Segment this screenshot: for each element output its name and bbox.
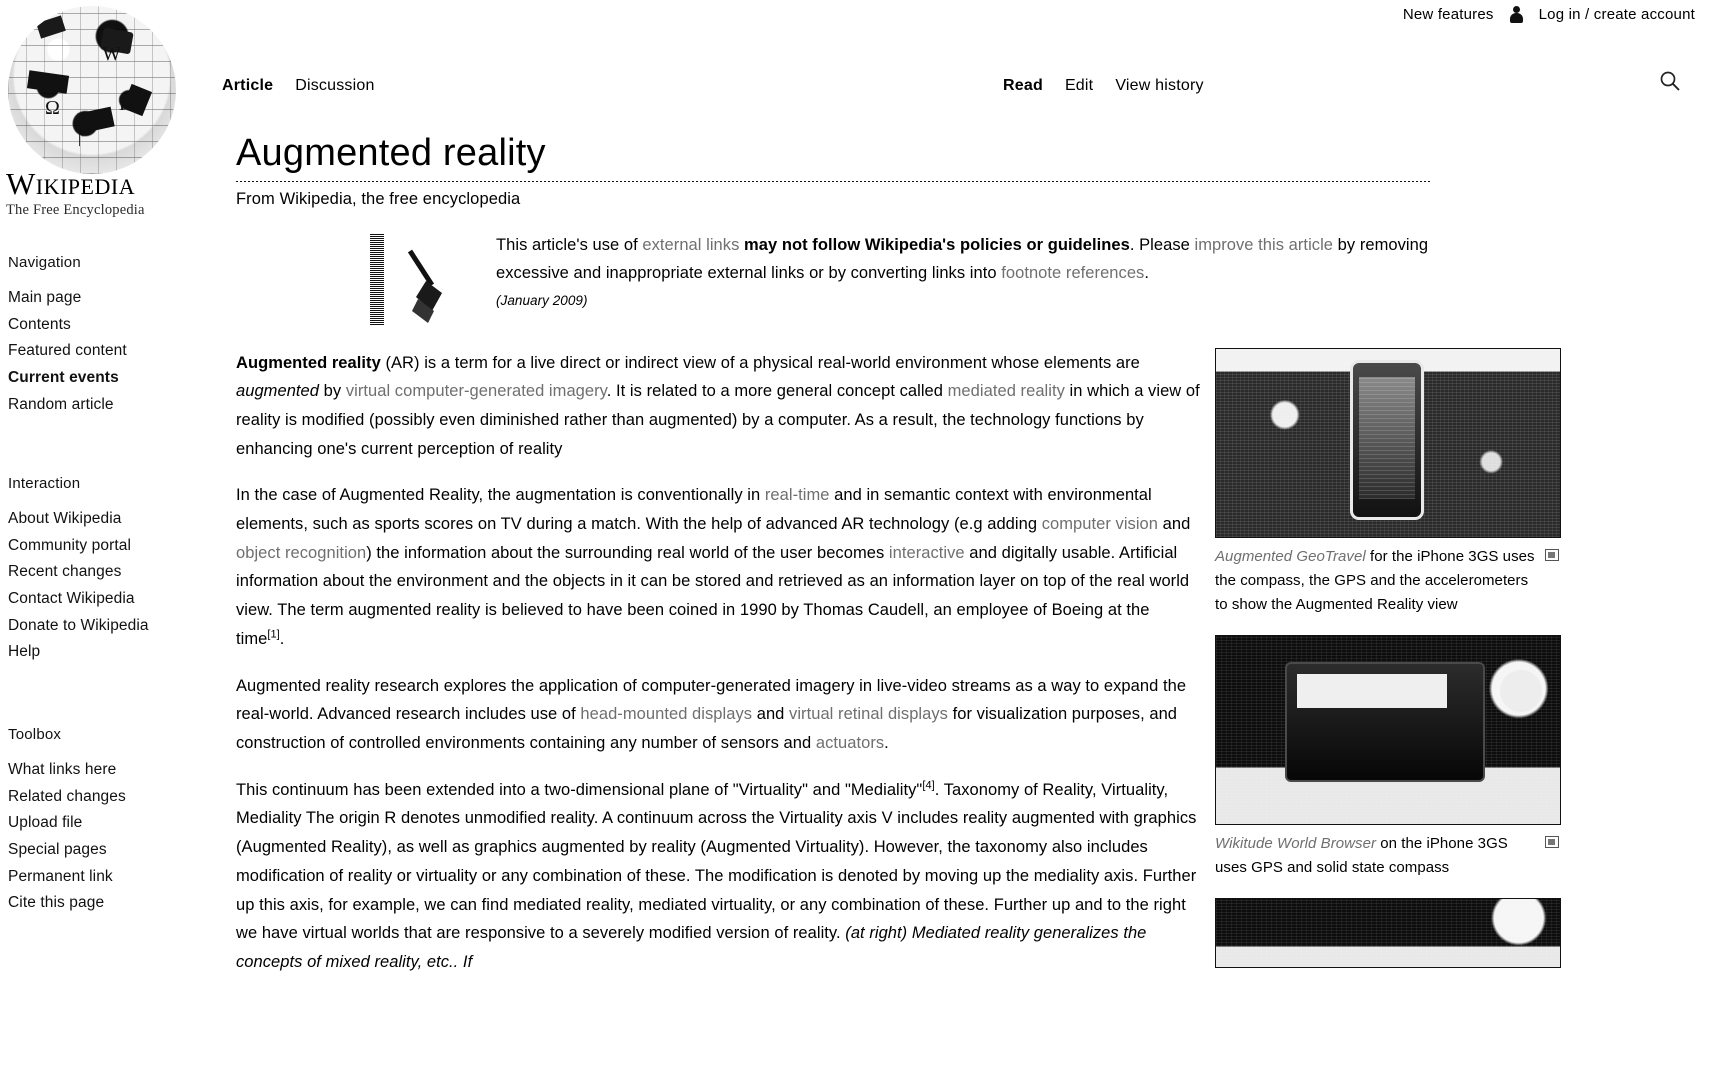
paragraph-3: Augmented reality research explores the … <box>236 676 1187 752</box>
iphone-device-illustration <box>1350 360 1425 521</box>
paragraph-4: This continuum has been extended into a … <box>236 779 1197 971</box>
tab-edit[interactable]: Edit <box>1065 77 1093 95</box>
sidebar-section-interaction: Interaction About Wikipedia Community po… <box>8 475 208 666</box>
sidebar-item-main-page[interactable]: Main page <box>8 285 208 312</box>
enlarge-icon[interactable] <box>1545 549 1559 561</box>
wikipedia-tagline: The Free Encyclopedia <box>6 202 145 218</box>
tab-discussion[interactable]: Discussion <box>295 77 374 95</box>
paragraph-1: Augmented reality (AR) is a term for a l… <box>236 353 1200 458</box>
sidebar-item-upload-file[interactable]: Upload file <box>8 810 208 837</box>
sidebar-item-current-events[interactable]: Current events <box>8 365 208 392</box>
page-title: Augmented reality <box>236 132 546 174</box>
sidebar-item-related-changes[interactable]: Related changes <box>8 784 208 811</box>
thumbnail-block-1: Augmented GeoTravel for the iPhone 3GS u… <box>1215 348 1561 617</box>
iphone-screen <box>1359 377 1416 500</box>
sidebar-item-contents[interactable]: Contents <box>8 312 208 339</box>
cleanup-notice: This article's use of external links may… <box>236 231 1436 327</box>
sidebar-list-interaction: About Wikipedia Community portal Recent … <box>8 506 208 666</box>
notice-text: This article's use of external links may… <box>496 231 1436 313</box>
sidebar-item-permanent-link[interactable]: Permanent link <box>8 864 208 891</box>
wikipedia-article-page: New features Log in / create account W Ω… <box>0 0 1709 1073</box>
sidebar-item-community-portal[interactable]: Community portal <box>8 533 208 560</box>
wikipedia-globe-logo[interactable]: W Ω H ᚨ <box>8 6 176 174</box>
device-screen <box>1296 674 1447 709</box>
notice-accent-bar <box>370 232 384 325</box>
new-features-link[interactable]: New features <box>1403 6 1494 23</box>
search-icon[interactable] <box>1659 70 1681 92</box>
sidebar-item-special-pages[interactable]: Special pages <box>8 837 208 864</box>
enlarge-icon[interactable] <box>1545 836 1559 848</box>
wikipedia-wordmark[interactable]: WIKIPEDIA <box>6 166 206 201</box>
personal-toolbar: New features Log in / create account <box>1403 6 1695 23</box>
notice-text-3: . Please <box>1129 235 1195 254</box>
third-photo-partial[interactable] <box>1215 898 1561 968</box>
paragraph-2: In the case of Augmented Reality, the au… <box>236 486 1191 648</box>
notice-link-external[interactable]: external links <box>642 236 739 254</box>
notice-date: (January 2009) <box>496 293 588 309</box>
wordmark-rest: IKIPEDIA <box>35 174 136 199</box>
notice-text-5: . <box>1144 263 1150 282</box>
caption-1-title[interactable]: Augmented GeoTravel <box>1215 548 1366 565</box>
login-create-account-link[interactable]: Log in / create account <box>1539 6 1695 23</box>
notice-link-improve[interactable]: improve this article <box>1194 236 1333 254</box>
sidebar-heading-interaction: Interaction <box>8 475 81 492</box>
globe-mesh <box>8 6 176 174</box>
notice-link-footnote[interactable]: footnote references <box>1001 264 1144 282</box>
user-icon <box>1509 6 1523 23</box>
augmented-geotravel-iphone-photo[interactable] <box>1215 348 1561 538</box>
globe-glyph-h: H <box>118 93 134 116</box>
notice-bold-policies[interactable]: may not follow Wikipedia's policies or g… <box>744 236 1130 254</box>
globe-glyph-omega: Ω <box>44 96 60 119</box>
sidebar-item-about-wikipedia[interactable]: About Wikipedia <box>8 506 208 533</box>
sidebar-list-navigation: Main page Contents Featured content Curr… <box>8 285 208 418</box>
sidebar-section-toolbox: Toolbox What links here Related changes … <box>8 726 208 917</box>
tab-read[interactable]: Read <box>1003 77 1043 95</box>
sidebar: W Ω H ᚨ WIKIPEDIA The Free Encyclopedia … <box>0 0 212 1073</box>
caption-2-title[interactable]: Wikitude World Browser <box>1215 835 1376 852</box>
broom-icon <box>407 249 442 323</box>
thumbnail-block-2: Wikitude World Browser on the iPhone 3GS… <box>1215 635 1561 880</box>
thumbnail-caption-1: Augmented GeoTravel for the iPhone 3GS u… <box>1215 545 1561 617</box>
sidebar-item-contact-wikipedia[interactable]: Contact Wikipedia <box>8 586 208 613</box>
handheld-device-illustration <box>1284 662 1485 783</box>
sidebar-item-cite-this-page[interactable]: Cite this page <box>8 890 208 917</box>
globe-glyph-a: ᚨ <box>75 126 88 149</box>
namespace-tabs: Article Discussion <box>222 77 375 95</box>
thumbnail-caption-2: Wikitude World Browser on the iPhone 3GS… <box>1215 832 1561 880</box>
sidebar-item-random-article[interactable]: Random article <box>8 392 208 419</box>
sidebar-heading-toolbox: Toolbox <box>8 726 62 743</box>
wordmark-w: W <box>6 166 36 201</box>
sidebar-item-help[interactable]: Help <box>8 639 208 666</box>
tab-view-history[interactable]: View history <box>1115 77 1203 95</box>
notice-text-1: This article's use of <box>496 235 643 254</box>
title-divider <box>236 180 1431 182</box>
light-orb <box>1500 670 1542 712</box>
sidebar-item-what-links-here[interactable]: What links here <box>8 757 208 784</box>
wikitude-world-browser-photo[interactable] <box>1215 635 1561 825</box>
tab-article[interactable]: Article <box>222 77 273 95</box>
sidebar-item-recent-changes[interactable]: Recent changes <box>8 559 208 586</box>
sidebar-section-navigation: Navigation Main page Contents Featured c… <box>8 254 208 418</box>
sidebar-heading-navigation: Navigation <box>8 254 81 271</box>
globe-glyph-w: W <box>102 42 121 65</box>
article-subtitle: From Wikipedia, the free encyclopedia <box>236 189 521 208</box>
sidebar-item-donate-to-wikipedia[interactable]: Donate to Wikipedia <box>8 613 208 640</box>
view-tabs: Read Edit View history <box>1003 77 1204 95</box>
sidebar-list-toolbox: What links here Related changes Upload f… <box>8 757 208 917</box>
thumbnail-column: Augmented GeoTravel for the iPhone 3GS u… <box>1215 348 1561 968</box>
sidebar-item-featured-content[interactable]: Featured content <box>8 338 208 365</box>
